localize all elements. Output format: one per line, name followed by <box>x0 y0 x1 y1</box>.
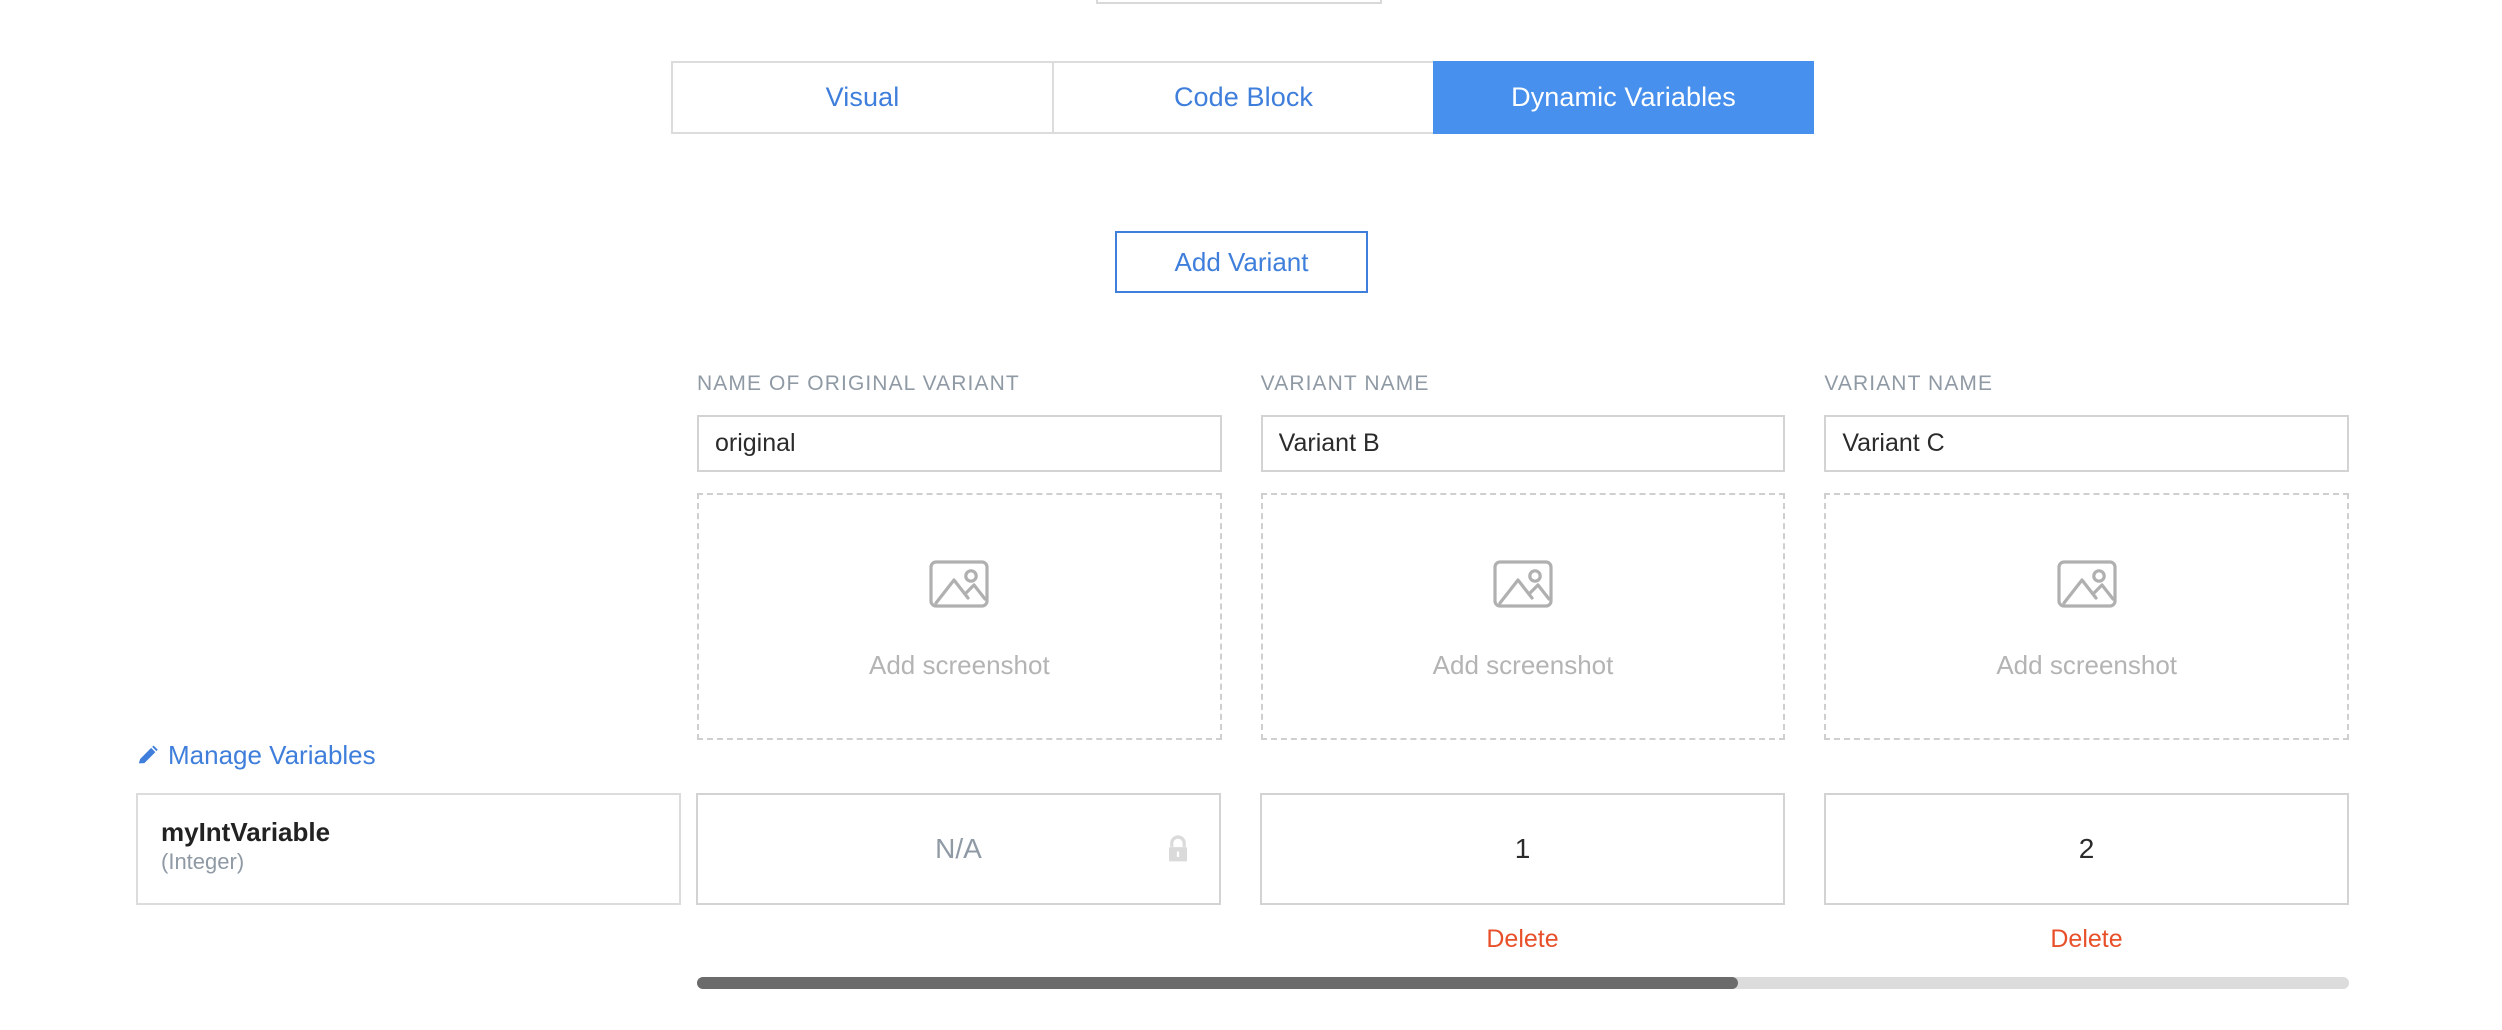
image-placeholder-icon <box>2055 552 2119 616</box>
variable-value-text-b: 1 <box>1515 833 1531 865</box>
add-screenshot-dropzone-b[interactable]: Add screenshot <box>1261 493 1786 740</box>
tab-visual[interactable]: Visual <box>671 61 1052 134</box>
manage-variables-label: Manage Variables <box>168 740 376 771</box>
image-placeholder-icon <box>927 552 991 616</box>
variable-value-column-c: 2 Delete <box>1824 793 2349 905</box>
column-label-variant-b: VARIANT NAME <box>1261 372 1786 400</box>
delete-variant-c[interactable]: Delete <box>1824 925 2349 954</box>
variable-name: myIntVariable <box>161 817 679 847</box>
horizontal-scrollbar-thumb[interactable] <box>697 977 1738 989</box>
view-mode-tabs: Visual Code Block Dynamic Variables <box>671 61 1814 134</box>
variable-value-column-original: N/A <box>696 793 1221 905</box>
add-screenshot-dropzone-original[interactable]: Add screenshot <box>697 493 1222 740</box>
variable-value-text-c: 2 <box>2079 833 2095 865</box>
add-screenshot-label-b: Add screenshot <box>1433 650 1614 681</box>
lock-icon <box>1165 834 1191 864</box>
add-screenshot-label-c: Add screenshot <box>1996 650 2177 681</box>
variable-value-column-b: 1 Delete <box>1260 793 1785 905</box>
variant-name-input-c[interactable] <box>1824 415 2349 472</box>
variable-type: (Integer) <box>161 847 679 877</box>
variable-name-cell: myIntVariable (Integer) <box>136 793 681 905</box>
offscreen-panel-edge <box>1096 0 1382 4</box>
add-screenshot-dropzone-c[interactable]: Add screenshot <box>1824 493 2349 740</box>
pencil-icon <box>136 744 159 767</box>
add-variant-button[interactable]: Add Variant <box>1115 231 1368 293</box>
manage-variables-link[interactable]: Manage Variables <box>136 740 376 771</box>
variant-column-c: VARIANT NAME Add screenshot <box>1824 372 2349 740</box>
dynamic-variables-page: Visual Code Block Dynamic Variables Add … <box>0 0 2502 1030</box>
variable-row: myIntVariable (Integer) N/A 1 Delet <box>136 793 2349 905</box>
variable-value-c[interactable]: 2 <box>1824 793 2349 905</box>
variant-columns: NAME OF ORIGINAL VARIANT Add screenshot … <box>697 372 2349 740</box>
variable-value-text-original: N/A <box>935 833 982 865</box>
column-label-original: NAME OF ORIGINAL VARIANT <box>697 372 1222 400</box>
variant-column-b: VARIANT NAME Add screenshot <box>1261 372 1786 740</box>
delete-variant-b[interactable]: Delete <box>1260 925 1785 954</box>
tab-dynamic-variables[interactable]: Dynamic Variables <box>1433 61 1814 134</box>
variable-value-original: N/A <box>696 793 1221 905</box>
image-placeholder-icon <box>1491 552 1555 616</box>
column-label-variant-c: VARIANT NAME <box>1824 372 2349 400</box>
variant-name-input-b[interactable] <box>1261 415 1786 472</box>
variant-column-original: NAME OF ORIGINAL VARIANT Add screenshot <box>697 372 1222 740</box>
variable-value-b[interactable]: 1 <box>1260 793 1785 905</box>
horizontal-scrollbar-track[interactable] <box>697 977 2349 989</box>
tab-code-block[interactable]: Code Block <box>1052 61 1433 134</box>
variable-value-cells: N/A 1 Delete 2 Delete <box>696 793 2349 905</box>
variant-name-input-original[interactable] <box>697 415 1222 472</box>
add-screenshot-label-original: Add screenshot <box>869 650 1050 681</box>
